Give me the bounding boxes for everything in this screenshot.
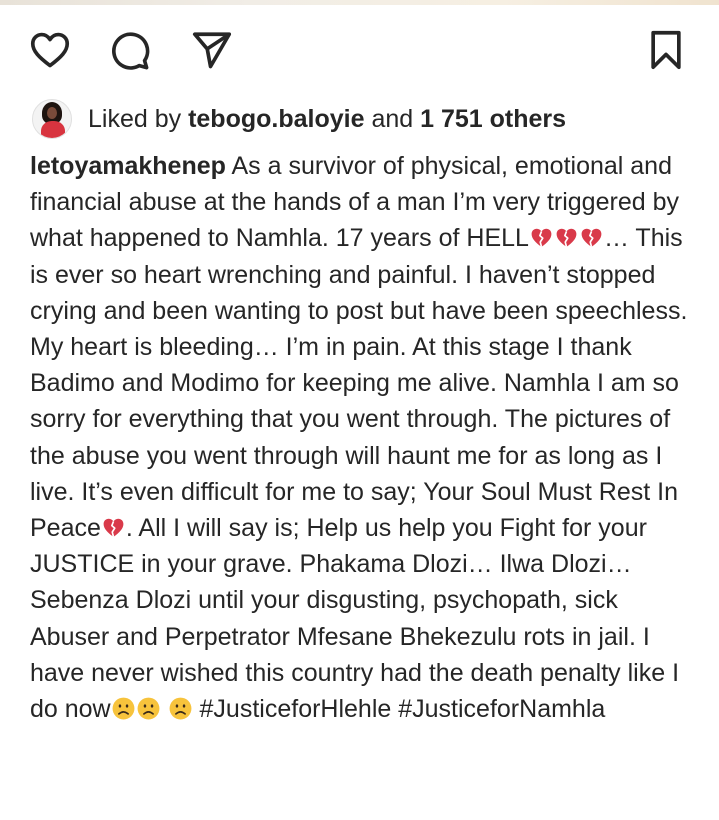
likes-text: Liked by tebogo.baloyie and 1 751 others (88, 104, 566, 134)
likes-connector: and (371, 105, 414, 133)
post-action-bar (0, 26, 719, 74)
likes-summary: Liked by tebogo.baloyie and 1 751 others (32, 98, 566, 140)
save-button[interactable] (642, 26, 690, 74)
frowning-face-emoji (111, 696, 136, 721)
frowning-face-emoji (168, 696, 193, 721)
frowning-face-emoji (136, 696, 161, 721)
caption-username-link[interactable]: letoyamakhenep (30, 152, 226, 180)
broken-heart-emoji (579, 225, 604, 250)
liker-avatar[interactable] (32, 99, 72, 139)
liker-username-link[interactable]: tebogo.baloyie (188, 105, 364, 133)
heart-outline-icon (30, 32, 70, 68)
likes-prefix: Liked by (88, 105, 182, 133)
hashtag-justice-for-hlehle[interactable]: #JusticeforHlehle (200, 695, 392, 723)
bookmark-icon (651, 30, 681, 70)
paper-plane-icon (192, 32, 232, 69)
broken-heart-emoji (554, 225, 579, 250)
caption-text-part-3: . All I will say is; Help us help you Fi… (30, 514, 680, 724)
post-caption: letoyamakhenep As a survivor of physical… (30, 148, 700, 727)
like-button[interactable] (26, 26, 74, 74)
caption-text-part-2: … This is ever so heart wrenching and pa… (30, 224, 688, 543)
broken-heart-emoji (529, 225, 554, 250)
hashtag-justice-for-namhla[interactable]: #JusticeforNamhla (398, 695, 605, 723)
broken-heart-emoji (101, 515, 126, 540)
image-edge-strip (0, 0, 719, 5)
likes-others-link[interactable]: 1 751 others (420, 105, 566, 133)
share-button[interactable] (188, 26, 236, 74)
comment-button[interactable] (105, 26, 153, 74)
comment-bubble-icon (112, 32, 150, 70)
